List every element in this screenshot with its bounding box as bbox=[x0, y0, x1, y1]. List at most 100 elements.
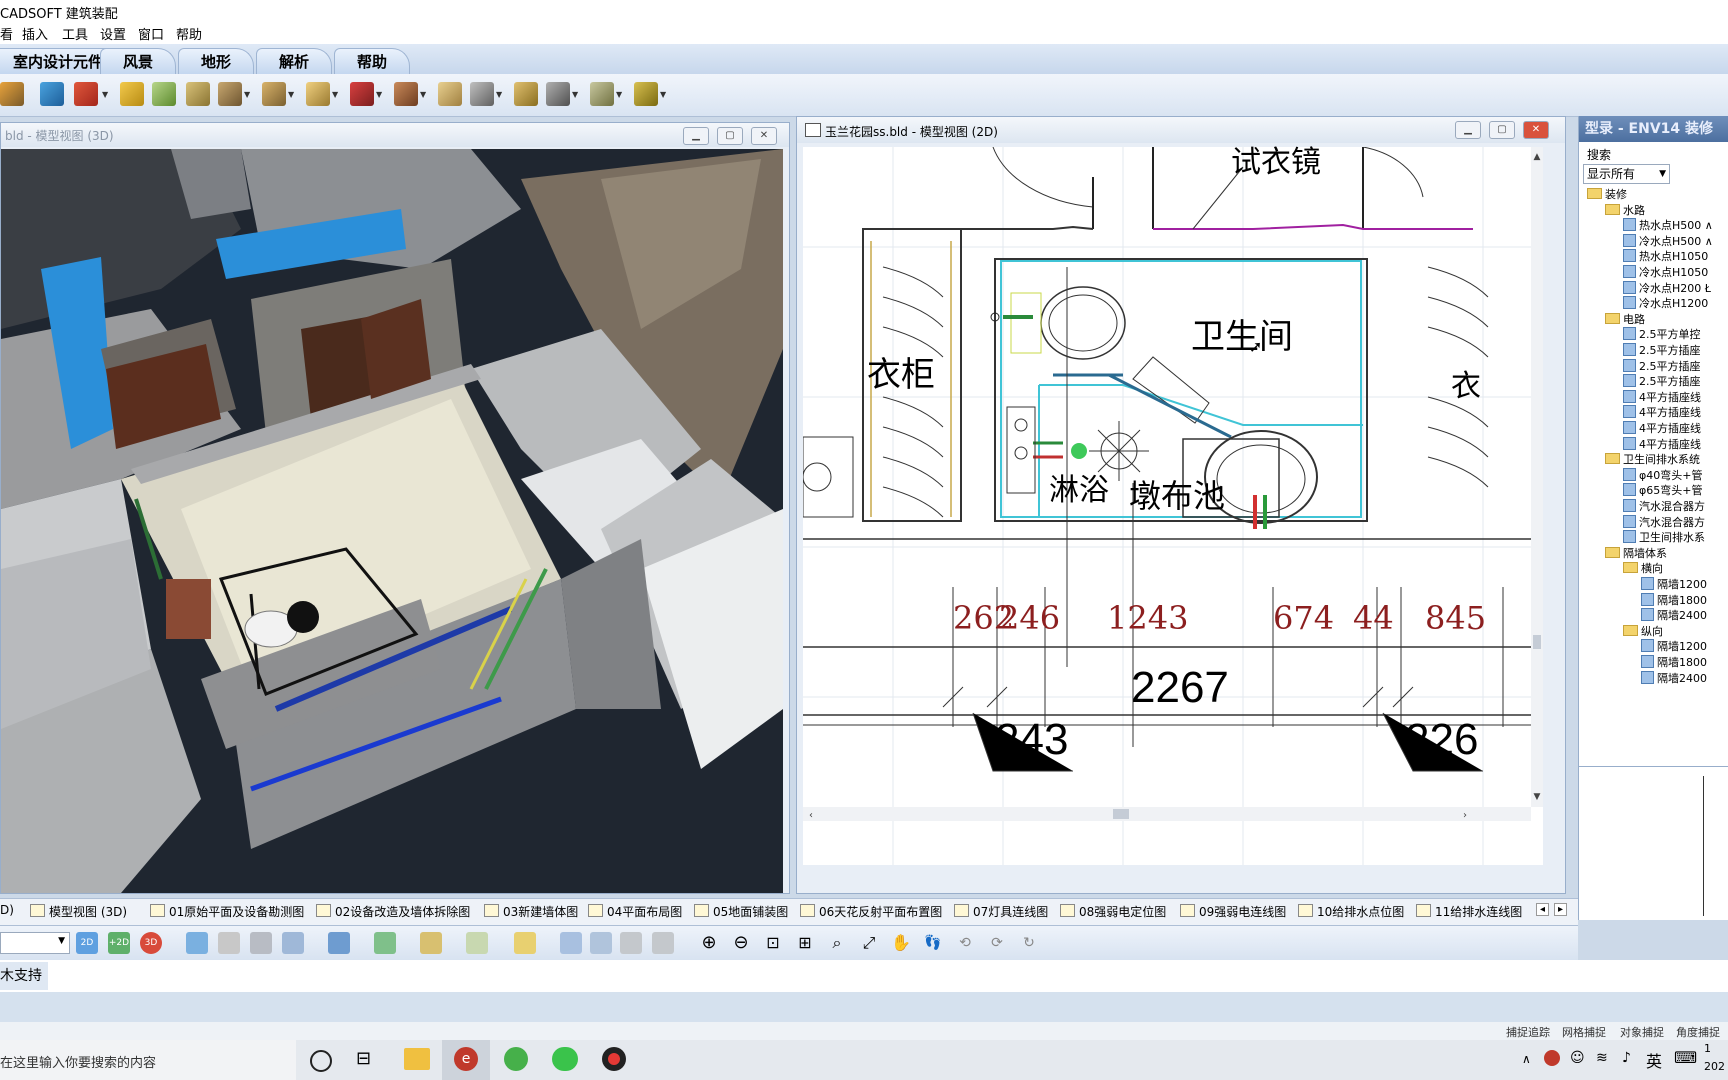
tree-folder[interactable]: 隔墙体系 bbox=[1605, 545, 1667, 561]
menu-help[interactable]: 帮助 bbox=[176, 24, 202, 43]
minimize-icon[interactable]: ▁ bbox=[683, 127, 709, 145]
cortana-icon[interactable] bbox=[310, 1050, 332, 1072]
browser-icon[interactable] bbox=[504, 1047, 528, 1071]
tab-06[interactable]: 06天花反射平面布置图 bbox=[800, 903, 942, 920]
menu-window[interactable]: 窗口 bbox=[138, 24, 164, 43]
tree-item[interactable]: 4平方插座线 bbox=[1623, 404, 1701, 420]
menu-tools[interactable]: 工具 bbox=[62, 24, 88, 43]
dropdown-arrow-icon[interactable]: ▼ bbox=[244, 90, 250, 99]
tree-item[interactable]: 2.5平方单控 bbox=[1623, 326, 1701, 342]
close-icon[interactable]: ✕ bbox=[1523, 121, 1549, 139]
tree-item[interactable]: 隔墙2400 bbox=[1641, 670, 1707, 686]
home-view-icon[interactable] bbox=[282, 932, 304, 954]
tab-model-3d[interactable]: 模型视图 (3D) bbox=[30, 903, 127, 920]
file-explorer-icon[interactable] bbox=[404, 1048, 430, 1070]
menu-settings[interactable]: 设置 bbox=[100, 24, 126, 43]
view-3d-canvas[interactable] bbox=[1, 149, 783, 893]
orbit-icon[interactable]: ⟲ bbox=[954, 932, 976, 954]
tray-chevron-icon[interactable]: ∧ bbox=[1522, 1052, 1531, 1066]
dropdown-arrow-icon[interactable]: ▼ bbox=[496, 90, 502, 99]
snap-tracking[interactable]: 捕捉追踪 bbox=[1506, 1024, 1550, 1040]
wifi-icon[interactable]: ≋ bbox=[1596, 1050, 1608, 1066]
tree-item[interactable]: 汽水混合器方 bbox=[1623, 514, 1705, 530]
tree-item[interactable]: 4平方插座线 bbox=[1623, 389, 1701, 405]
tab-10[interactable]: 10给排水点位图 bbox=[1298, 903, 1404, 920]
symbol-icon[interactable] bbox=[590, 82, 614, 106]
building-icon[interactable] bbox=[620, 932, 642, 954]
tree-folder[interactable]: 纵向 bbox=[1623, 623, 1663, 639]
tree-item[interactable]: 隔墙2400 bbox=[1641, 607, 1707, 623]
pan-hand-icon[interactable]: ✋ bbox=[890, 932, 912, 954]
wall-icon[interactable] bbox=[40, 82, 64, 106]
snap-object[interactable]: 对象捕捉 bbox=[1620, 1024, 1664, 1040]
tree-item[interactable]: 冷水点H200 Ł bbox=[1623, 280, 1711, 296]
box-icon[interactable] bbox=[514, 932, 536, 954]
tab-02[interactable]: 02设备改造及墙体拆除图 bbox=[316, 903, 470, 920]
tree-item[interactable]: 隔墙1800 bbox=[1641, 592, 1707, 608]
tab-01[interactable]: 01原始平面及设备勘测图 bbox=[150, 903, 304, 920]
dropdown-arrow-icon[interactable]: ▼ bbox=[616, 90, 622, 99]
walk-icon[interactable]: 👣 bbox=[922, 932, 944, 954]
tree-item[interactable]: 2.5平方插座 bbox=[1623, 358, 1701, 374]
taskbar-search[interactable]: 在这里输入你要搜索的内容 bbox=[0, 1040, 296, 1080]
layer-select[interactable]: ▼ bbox=[0, 932, 70, 954]
tab-05[interactable]: 05地面铺装图 bbox=[694, 903, 788, 920]
taskbar-app-active[interactable]: e bbox=[442, 1040, 490, 1080]
eye-icon[interactable] bbox=[560, 932, 582, 954]
zoom-out-icon[interactable]: ⊖ bbox=[730, 932, 752, 954]
tab-help[interactable]: 帮助 bbox=[334, 48, 411, 75]
menu-view[interactable]: 看 bbox=[0, 24, 13, 43]
refresh-icon[interactable]: ↻ bbox=[1018, 932, 1040, 954]
door-icon[interactable] bbox=[120, 82, 144, 106]
zoom-extents-icon[interactable]: ⤢ bbox=[858, 932, 880, 954]
command-input[interactable] bbox=[52, 962, 1572, 990]
house-icon[interactable] bbox=[350, 82, 374, 106]
dropdown-arrow-icon[interactable]: ▼ bbox=[660, 90, 666, 99]
roof-icon[interactable] bbox=[218, 82, 242, 106]
view-2d-icon[interactable]: 2D bbox=[76, 932, 98, 954]
close-icon[interactable]: ✕ bbox=[751, 127, 777, 145]
snap-grid[interactable]: 网格捕捉 bbox=[1562, 1024, 1606, 1040]
tree-item[interactable]: φ65弯头+管 bbox=[1623, 482, 1702, 498]
tree-item[interactable]: 4平方插座线 bbox=[1623, 420, 1701, 436]
tab-scenery[interactable]: 风景 bbox=[100, 48, 177, 75]
tree-item[interactable]: 冷水点H500 ∧ bbox=[1623, 233, 1713, 249]
layout-icon[interactable] bbox=[186, 932, 208, 954]
tree-item[interactable]: 2.5平方插座 bbox=[1623, 342, 1701, 358]
dropdown-arrow-icon[interactable]: ▼ bbox=[332, 90, 338, 99]
tree-item[interactable]: 隔墙1200 bbox=[1641, 576, 1707, 592]
zoom-window-icon[interactable]: ⊡ bbox=[762, 932, 784, 954]
view-3d-icon[interactable]: 3D bbox=[140, 932, 162, 954]
tree-item[interactable]: 隔墙1800 bbox=[1641, 654, 1707, 670]
tree-item[interactable]: 汽水混合器方 bbox=[1623, 498, 1705, 514]
window-icon[interactable] bbox=[152, 82, 176, 106]
menu-insert[interactable]: 插入 bbox=[22, 24, 48, 43]
structure-icon[interactable] bbox=[470, 82, 494, 106]
snap-angle[interactable]: 角度捕捉 bbox=[1676, 1024, 1720, 1040]
tab-03[interactable]: 03新建墙体图 bbox=[484, 903, 578, 920]
slab-icon[interactable] bbox=[438, 82, 462, 106]
wechat-icon[interactable] bbox=[552, 1047, 578, 1071]
dropdown-arrow-icon[interactable]: ▼ bbox=[376, 90, 382, 99]
tree-folder[interactable]: 装修 bbox=[1587, 186, 1627, 202]
tree-item[interactable]: 热水点H1050 bbox=[1623, 248, 1708, 264]
volume-icon[interactable]: ♪ bbox=[1622, 1050, 1631, 1066]
roof-view-icon[interactable] bbox=[328, 932, 350, 954]
tree-item[interactable]: φ40弯头+管 bbox=[1623, 467, 1702, 483]
minimize-icon[interactable]: ▁ bbox=[1455, 121, 1481, 139]
recorder-icon[interactable] bbox=[602, 1047, 626, 1071]
view-settings-icon[interactable] bbox=[590, 932, 612, 954]
tree-item[interactable]: 4平方插座线 bbox=[1623, 436, 1701, 452]
object-icon[interactable] bbox=[394, 82, 418, 106]
column-icon[interactable] bbox=[514, 82, 538, 106]
tab-terrain[interactable]: 地形 bbox=[178, 48, 255, 75]
ceiling-icon[interactable] bbox=[306, 82, 330, 106]
ime-indicator[interactable]: 英 bbox=[1646, 1048, 1662, 1072]
camera-icon[interactable] bbox=[374, 932, 396, 954]
dropdown-arrow-icon[interactable]: ▼ bbox=[572, 90, 578, 99]
tab-09[interactable]: 09强弱电连线图 bbox=[1180, 903, 1286, 920]
annotation-icon[interactable] bbox=[634, 82, 658, 106]
tab-partial[interactable]: D) bbox=[0, 903, 14, 917]
tree-item[interactable]: 卫生间排水系 bbox=[1623, 529, 1705, 545]
house-icon[interactable] bbox=[250, 932, 272, 954]
